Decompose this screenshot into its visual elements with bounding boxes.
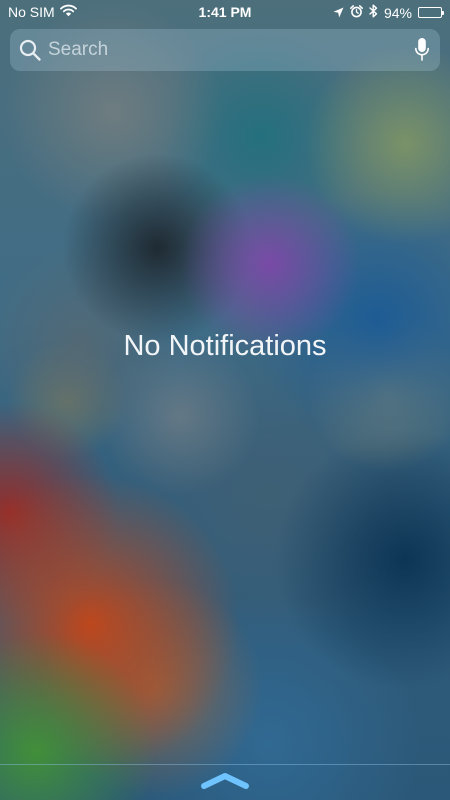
notification-center-screen: No SIM 1:41 PM 94% Search No Notificatio… [0, 0, 450, 800]
alarm-icon [349, 4, 363, 21]
status-bar: No SIM 1:41 PM 94% [0, 0, 450, 24]
search-input[interactable] [48, 35, 408, 65]
bottom-divider [0, 764, 450, 765]
search-bar[interactable] [10, 29, 440, 71]
no-notifications-label: No Notifications [123, 330, 327, 362]
search-icon [18, 38, 42, 62]
status-right: 94% [333, 4, 444, 21]
location-arrow-icon [333, 5, 344, 21]
chevron-up-icon[interactable] [200, 770, 250, 792]
bluetooth-icon [369, 4, 378, 21]
blurred-wallpaper [0, 0, 450, 800]
battery-icon [418, 7, 444, 18]
battery-tip [442, 11, 444, 15]
battery-percent: 94% [383, 4, 412, 21]
microphone-icon[interactable] [414, 37, 430, 63]
